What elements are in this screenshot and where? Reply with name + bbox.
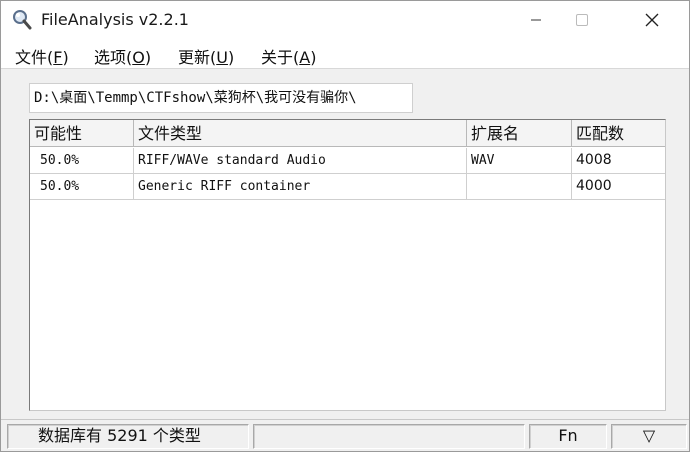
menu-file[interactable]: 文件(F)	[15, 44, 69, 68]
close-icon	[645, 13, 659, 27]
cell-extension	[467, 174, 572, 199]
maximize-button[interactable]	[557, 1, 607, 39]
column-header-file-type[interactable]: 文件类型	[134, 120, 467, 147]
list-header: 可能性 文件类型 扩展名 匹配数	[30, 120, 665, 147]
cell-file-type: Generic RIFF container	[134, 174, 467, 199]
status-db-info: 数据库有 5291 个类型	[7, 424, 249, 449]
cell-match-count: 4008	[576, 152, 612, 168]
column-header-probability[interactable]: 可能性	[30, 120, 134, 147]
menu-update[interactable]: 更新(U)	[178, 44, 234, 68]
status-middle-panel	[253, 424, 525, 449]
menu-options[interactable]: 选项(O)	[94, 44, 151, 68]
cell-match-count: 4000	[576, 178, 612, 194]
table-row[interactable]: 50.0% RIFF/WAVe standard Audio WAV 4008	[30, 148, 665, 174]
magnifier-icon	[13, 10, 32, 30]
cell-probability: 50.0%	[30, 148, 134, 173]
column-header-match-count[interactable]: 匹配数	[572, 120, 665, 147]
cell-file-type: RIFF/WAVe standard Audio	[134, 148, 467, 173]
cell-probability: 50.0%	[30, 174, 134, 199]
minimize-button[interactable]	[511, 1, 561, 39]
fn-button[interactable]: Fn	[529, 424, 607, 449]
maximize-icon	[576, 14, 588, 26]
menu-about[interactable]: 关于(A)	[261, 44, 316, 68]
dropdown-button[interactable]: ▽	[611, 424, 687, 449]
minimize-icon	[531, 19, 541, 21]
menu-bar: 文件(F) 选项(O) 更新(U) 关于(A)	[1, 39, 689, 69]
title-bar[interactable]: FileAnalysis v2.2.1	[1, 1, 689, 39]
close-button[interactable]	[627, 1, 677, 39]
app-window: FileAnalysis v2.2.1 文件(F) 选项(O) 更新(U) 关于…	[0, 0, 690, 452]
triangle-down-icon: ▽	[642, 426, 656, 445]
cell-extension: WAV	[467, 148, 572, 173]
window-title: FileAnalysis v2.2.1	[41, 10, 189, 29]
results-list[interactable]: 可能性 文件类型 扩展名 匹配数 50.0% RIFF/WAVe standar…	[29, 119, 666, 411]
status-bar: 数据库有 5291 个类型 Fn ▽	[1, 419, 689, 451]
table-row[interactable]: 50.0% Generic RIFF container 4000	[30, 174, 665, 200]
column-header-extension[interactable]: 扩展名	[467, 120, 572, 147]
file-path-field[interactable]: D:\桌面\Temmp\CTFshow\菜狗杯\我可没有骗你\	[29, 83, 413, 113]
